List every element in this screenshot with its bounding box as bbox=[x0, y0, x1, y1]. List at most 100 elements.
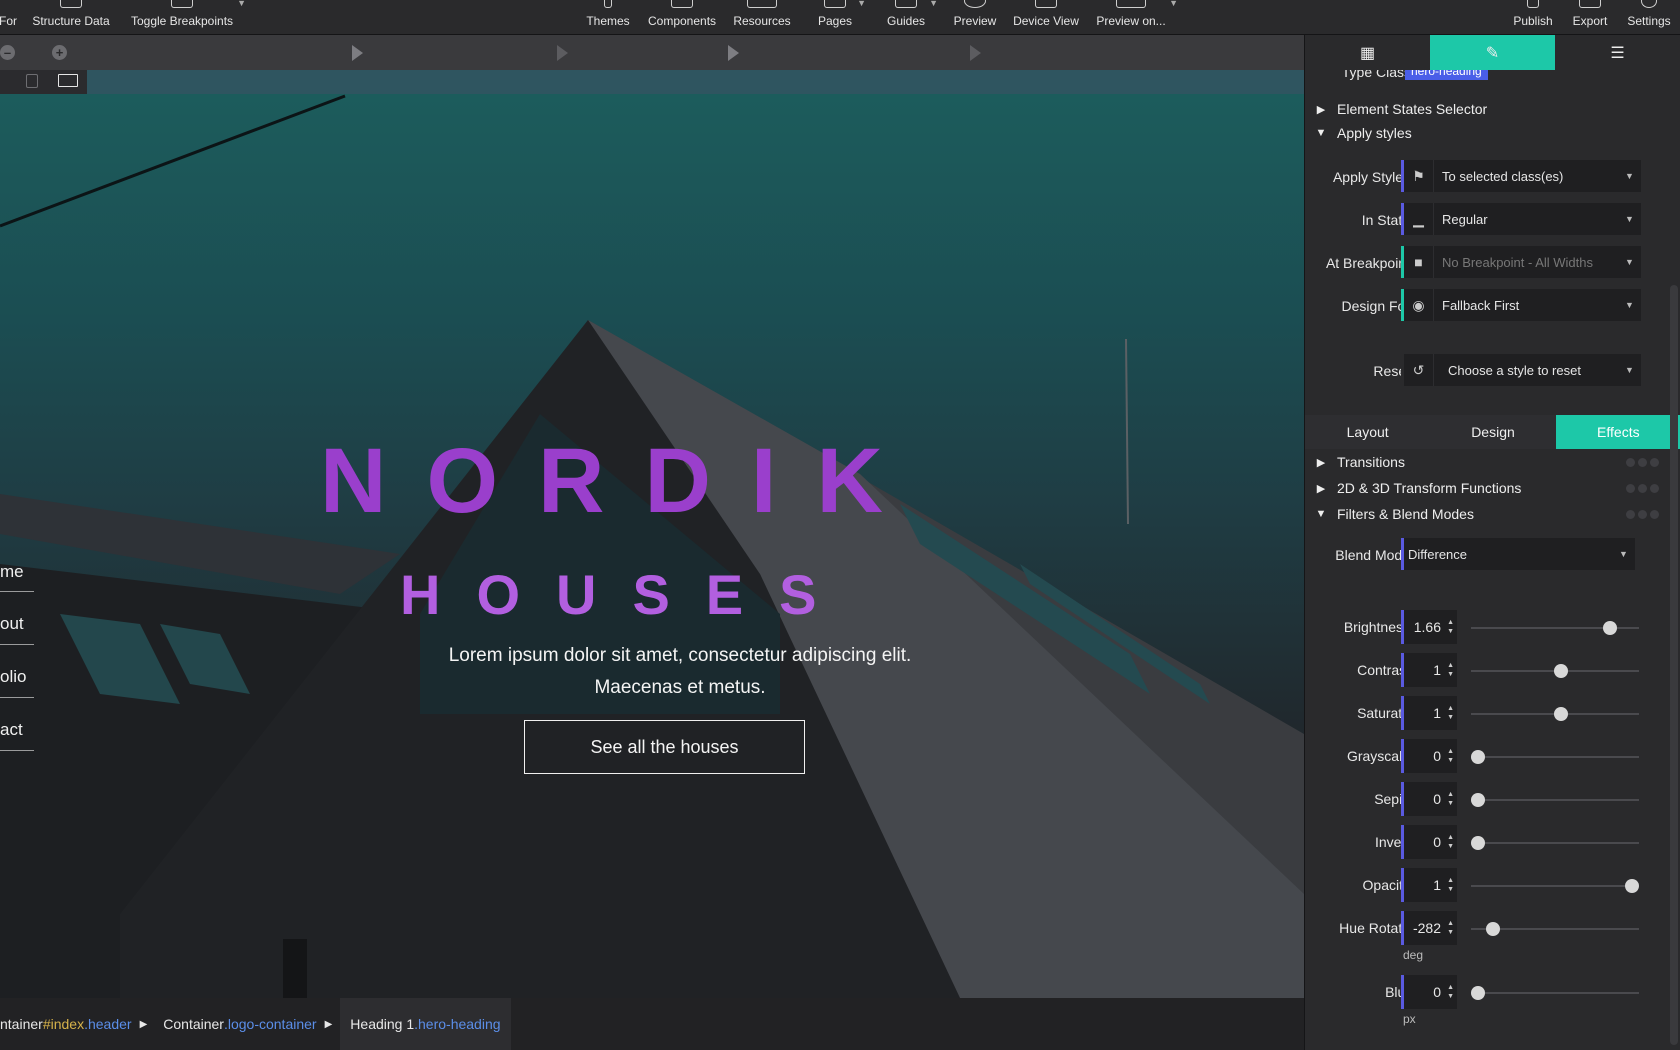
components-label: Components bbox=[647, 14, 717, 28]
slider-knob[interactable] bbox=[1471, 750, 1485, 764]
hue-rotate-slider[interactable] bbox=[1471, 922, 1639, 936]
section-filters-blend[interactable]: ▼ Filters & Blend Modes bbox=[1305, 502, 1680, 526]
blend-mode-select[interactable]: Difference ▼ bbox=[1401, 538, 1635, 570]
slider-knob[interactable] bbox=[1471, 986, 1485, 1000]
brightness-slider[interactable] bbox=[1471, 621, 1639, 635]
section-label: Filters & Blend Modes bbox=[1337, 506, 1474, 522]
section-apply-styles[interactable]: ▼ Apply styles bbox=[1305, 121, 1680, 145]
toggle-breakpoints-label: Toggle Breakpoints bbox=[130, 14, 234, 28]
section-status-dots bbox=[1626, 458, 1659, 467]
stepper-icon[interactable]: ▲ ▼ bbox=[1447, 983, 1454, 1001]
slider-knob[interactable] bbox=[1486, 922, 1501, 936]
pages-button[interactable]: Pages ▼ bbox=[818, 0, 866, 35]
device-view-button[interactable]: Device View bbox=[1013, 0, 1079, 35]
blur-slider[interactable] bbox=[1471, 986, 1639, 1000]
publish-button[interactable]: Publish bbox=[1513, 0, 1553, 35]
breakpoint-marker[interactable] bbox=[970, 45, 981, 61]
hero-heading[interactable]: NORDIK bbox=[320, 429, 960, 534]
desktop-icon[interactable] bbox=[58, 74, 78, 87]
opacity-input[interactable]: 1 ▲ ▼ bbox=[1401, 868, 1457, 902]
slider-knob[interactable] bbox=[1554, 664, 1569, 678]
stepper-icon[interactable]: ▲ ▼ bbox=[1447, 876, 1454, 894]
section-element-states[interactable]: ▶ Element States Selector bbox=[1305, 97, 1680, 121]
sepia-input[interactable]: 0 ▲ ▼ bbox=[1401, 782, 1457, 816]
slider-knob[interactable] bbox=[1471, 793, 1485, 807]
breadcrumb-item-current[interactable]: Heading 1 .hero-heading bbox=[340, 998, 511, 1050]
slider-knob[interactable] bbox=[1554, 707, 1569, 721]
nav-link-about[interactable]: out bbox=[0, 614, 24, 634]
export-button[interactable]: Export bbox=[1572, 0, 1608, 35]
breakpoint-marker[interactable] bbox=[557, 45, 568, 61]
breadcrumb-item[interactable]: ntainer #index .header ▶ bbox=[0, 998, 155, 1050]
preview-on-button[interactable]: Preview on... ▼ bbox=[1096, 0, 1178, 35]
contrast-input[interactable]: 1 ▲ ▼ bbox=[1401, 653, 1457, 687]
type-class-chip[interactable]: hero-heading bbox=[1405, 70, 1488, 80]
themes-button[interactable]: Themes bbox=[586, 0, 630, 35]
hue-rotate-input[interactable]: -282 ▲ ▼ bbox=[1401, 911, 1457, 945]
grayscale-input[interactable]: 0 ▲ ▼ bbox=[1401, 739, 1457, 773]
stepper-icon[interactable]: ▲ ▼ bbox=[1447, 618, 1454, 636]
preview-button[interactable]: Preview bbox=[954, 0, 996, 35]
grid-tab[interactable]: ▦ bbox=[1305, 35, 1430, 70]
breadcrumb-item[interactable]: Container .logo-container ▶ bbox=[155, 998, 340, 1050]
tab-effects[interactable]: Effects bbox=[1555, 415, 1680, 449]
zoom-in-button[interactable]: + bbox=[52, 45, 67, 60]
nav-link-contact[interactable]: act bbox=[0, 720, 23, 740]
nav-link-home[interactable]: me bbox=[0, 562, 24, 582]
stepper-icon[interactable]: ▲ ▼ bbox=[1447, 790, 1454, 808]
resources-button[interactable]: Resources bbox=[733, 0, 791, 35]
reset-select[interactable]: ↺ Choose a style to reset ▼ bbox=[1401, 354, 1641, 386]
components-button[interactable]: Components bbox=[648, 0, 716, 35]
section-transitions[interactable]: ▶ Transitions bbox=[1305, 450, 1680, 474]
in-state-select[interactable]: ▁ Regular ▼ bbox=[1401, 203, 1641, 235]
style-tab[interactable]: ✎ bbox=[1430, 35, 1555, 70]
breakpoint-marker[interactable] bbox=[352, 45, 363, 61]
search-tab[interactable]: ☰ bbox=[1555, 35, 1680, 70]
section-label: Element States Selector bbox=[1337, 101, 1488, 117]
stepper-icon[interactable]: ▲ ▼ bbox=[1447, 747, 1454, 765]
blur-input[interactable]: 0 ▲ ▼ bbox=[1401, 975, 1457, 1009]
apply-styles-select[interactable]: ⚑ To selected class(es) ▼ bbox=[1401, 160, 1641, 192]
tablet-icon[interactable] bbox=[26, 74, 38, 88]
settings-button[interactable]: Settings bbox=[1627, 0, 1671, 35]
toolbar-for[interactable]: For bbox=[0, 0, 17, 35]
stepper-icon[interactable]: ▲ ▼ bbox=[1447, 833, 1454, 851]
saturate-slider[interactable] bbox=[1471, 707, 1639, 721]
slider-knob[interactable] bbox=[1471, 836, 1485, 850]
sepia-slider[interactable] bbox=[1471, 793, 1639, 807]
invert-input[interactable]: 0 ▲ ▼ bbox=[1401, 825, 1457, 859]
section-transforms[interactable]: ▶ 2D & 3D Transform Functions bbox=[1305, 476, 1680, 500]
top-toolbar: For Structure Data Toggle Breakpoints ▼ T… bbox=[0, 0, 1680, 35]
gear-icon bbox=[1641, 0, 1657, 8]
themes-label: Themes bbox=[586, 14, 630, 28]
invert-slider[interactable] bbox=[1471, 836, 1639, 850]
slider-knob[interactable] bbox=[1625, 879, 1639, 893]
opacity-slider[interactable] bbox=[1471, 879, 1639, 893]
stepper-icon[interactable]: ▲ ▼ bbox=[1447, 704, 1454, 722]
nav-divider bbox=[0, 697, 34, 698]
hero-subheading[interactable]: HOUSES bbox=[400, 562, 853, 627]
at-breakpoint-value: No Breakpoint - All Widths bbox=[1442, 254, 1594, 270]
structure-data-button[interactable]: Structure Data bbox=[32, 0, 110, 35]
grayscale-slider[interactable] bbox=[1471, 750, 1639, 764]
stepper-icon[interactable]: ▲ ▼ bbox=[1447, 661, 1454, 679]
panel-scrollbar[interactable] bbox=[1670, 285, 1678, 1045]
zoom-out-button[interactable]: – bbox=[0, 45, 15, 60]
guides-button[interactable]: Guides ▼ bbox=[887, 0, 938, 35]
design-for-select[interactable]: ◉ Fallback First ▼ bbox=[1401, 289, 1641, 321]
stepper-icon[interactable]: ▲ ▼ bbox=[1447, 919, 1454, 937]
contrast-slider[interactable] bbox=[1471, 664, 1639, 678]
tab-layout[interactable]: Layout bbox=[1305, 415, 1430, 449]
hero-section[interactable]: me out olio act NORDIK HOUSES Lorem ipsu… bbox=[0, 94, 1304, 998]
saturate-input[interactable]: 1 ▲ ▼ bbox=[1401, 696, 1457, 730]
brightness-input[interactable]: 1.66 ▲ ▼ bbox=[1401, 610, 1457, 644]
nav-link-portfolio[interactable]: olio bbox=[0, 667, 26, 687]
slider-knob[interactable] bbox=[1603, 621, 1618, 635]
contrast-value: 1 bbox=[1433, 662, 1441, 678]
see-houses-button[interactable]: See all the houses bbox=[524, 720, 805, 774]
breakpoint-marker[interactable] bbox=[728, 45, 739, 61]
toggle-breakpoints-button[interactable]: Toggle Breakpoints ▼ bbox=[130, 0, 246, 35]
blur-unit: px bbox=[1403, 1012, 1416, 1026]
tab-design[interactable]: Design bbox=[1430, 415, 1555, 449]
at-breakpoint-select[interactable]: ■ No Breakpoint - All Widths ▼ bbox=[1401, 246, 1641, 278]
